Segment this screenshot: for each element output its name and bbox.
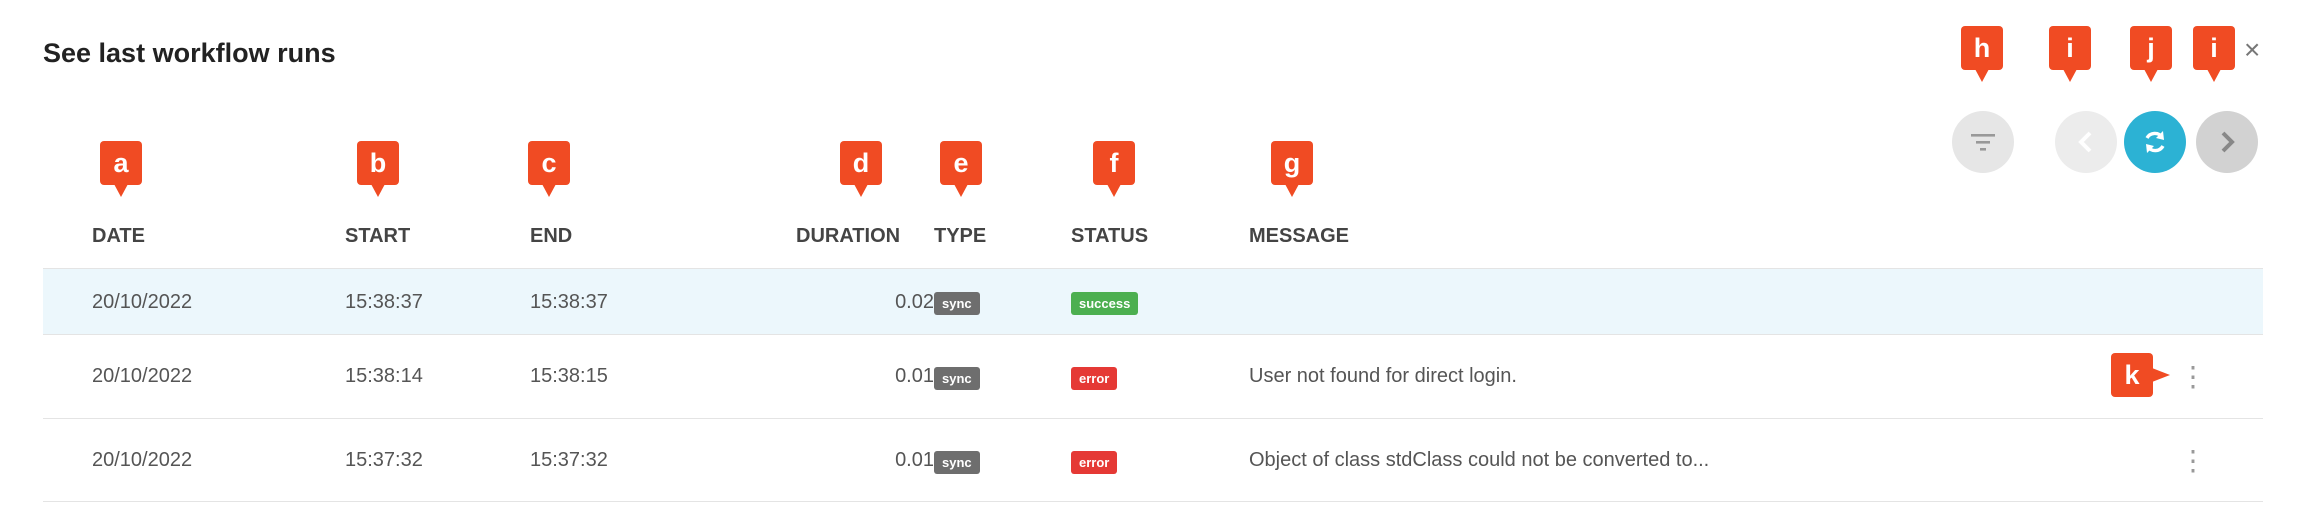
- annotation-marker-h: h: [1961, 26, 2003, 82]
- more-vertical-icon[interactable]: ⋮: [2179, 363, 2207, 391]
- column-header-status[interactable]: STATUS: [1071, 225, 1148, 248]
- annotation-marker-f: f: [1093, 141, 1135, 197]
- annotation-marker-i-prev: i: [2049, 26, 2091, 82]
- type-badge: sync: [934, 367, 980, 390]
- status-badge: error: [1071, 367, 1118, 390]
- cell-start: 15:38:14: [345, 365, 423, 387]
- chevron-left-icon: [2078, 131, 2092, 153]
- annotation-marker-e: e: [940, 141, 982, 197]
- cell-message: User not found for direct login.: [1249, 365, 1517, 387]
- chevron-right-icon: [2221, 131, 2235, 153]
- cell-end: 15:37:32: [530, 449, 608, 471]
- next-page-button[interactable]: [2196, 111, 2258, 173]
- cell-date: 20/10/2022: [92, 365, 193, 387]
- table-row[interactable]: 20/10/2022 15:37:32 15:37:32 0.01s sync …: [43, 418, 2263, 502]
- column-header-date[interactable]: DATE: [92, 225, 145, 248]
- status-badge: success: [1071, 292, 1139, 315]
- previous-page-button[interactable]: [2055, 111, 2117, 173]
- annotation-marker-i-next: i: [2193, 26, 2235, 82]
- annotation-marker-a: a: [100, 141, 142, 197]
- annotation-marker-g: g: [1271, 141, 1313, 197]
- annotation-marker-c: c: [528, 141, 570, 197]
- table-row[interactable]: 20/10/2022 15:38:14 15:38:15 0.01s sync …: [43, 334, 2263, 418]
- type-badge: sync: [934, 451, 980, 474]
- page-title: See last workflow runs: [43, 38, 336, 68]
- more-vertical-icon[interactable]: ⋮: [2179, 447, 2207, 475]
- table-row[interactable]: 20/10/2022 15:38:37 15:38:37 0.02s sync …: [43, 268, 2263, 334]
- cell-message: Object of class stdClass could not be co…: [1249, 449, 1710, 471]
- cell-end: 15:38:37: [530, 291, 608, 313]
- cell-end: 15:38:15: [530, 365, 608, 387]
- status-badge: error: [1071, 451, 1118, 474]
- column-header-message[interactable]: MESSAGE: [1249, 225, 1349, 248]
- type-badge: sync: [934, 292, 980, 315]
- cell-start: 15:38:37: [345, 291, 423, 313]
- refresh-button[interactable]: [2124, 111, 2186, 173]
- annotation-marker-b: b: [357, 141, 399, 197]
- column-header-start[interactable]: START: [345, 225, 410, 248]
- filter-icon: [1971, 134, 1995, 151]
- cell-date: 20/10/2022: [92, 449, 193, 471]
- refresh-icon: [2145, 131, 2165, 153]
- cell-date: 20/10/2022: [92, 291, 193, 313]
- column-header-duration[interactable]: DURATION: [796, 225, 900, 248]
- annotation-marker-d: d: [840, 141, 882, 197]
- column-header-type[interactable]: TYPE: [934, 225, 986, 248]
- filter-button[interactable]: [1952, 111, 2014, 173]
- annotation-marker-j: j: [2130, 26, 2172, 82]
- cell-start: 15:37:32: [345, 449, 423, 471]
- close-icon[interactable]: ×: [2244, 36, 2260, 64]
- cell-duration: 0.01s: [895, 449, 944, 471]
- column-header-end[interactable]: END: [530, 225, 572, 248]
- cell-duration: 0.02s: [895, 291, 944, 313]
- cell-duration: 0.01s: [895, 365, 944, 387]
